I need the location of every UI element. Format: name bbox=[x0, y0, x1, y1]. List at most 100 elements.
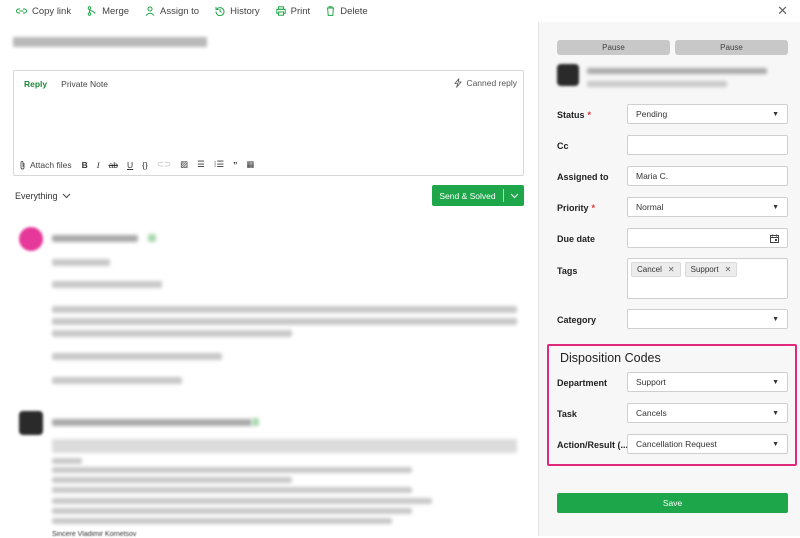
copy-link-label: Copy link bbox=[32, 5, 72, 17]
task-value: Cancels bbox=[636, 408, 667, 418]
editor-tabs: Reply Private Note bbox=[24, 79, 122, 89]
status-select[interactable]: Pending ▼ bbox=[627, 104, 788, 124]
filter-label: Everything bbox=[15, 191, 58, 201]
message-text-redacted bbox=[52, 330, 292, 337]
action-result-value: Cancellation Request bbox=[636, 439, 717, 449]
avatar bbox=[19, 411, 43, 435]
status-value: Pending bbox=[636, 109, 668, 119]
sender-name-redacted bbox=[52, 235, 138, 242]
save-button[interactable]: Save bbox=[557, 493, 788, 513]
trash-icon bbox=[327, 6, 335, 16]
task-label: Task bbox=[557, 409, 577, 419]
message-text-redacted bbox=[52, 508, 412, 514]
attach-files-label: Attach files bbox=[30, 159, 72, 170]
message-text-redacted bbox=[52, 318, 517, 325]
paperclip-icon bbox=[20, 160, 25, 169]
print-label: Print bbox=[290, 5, 311, 17]
strikethrough-icon[interactable]: ab bbox=[109, 160, 118, 170]
message-text-redacted bbox=[52, 487, 412, 493]
send-options-chevron-icon[interactable] bbox=[504, 191, 524, 201]
italic-icon[interactable]: I bbox=[97, 160, 100, 170]
code-icon[interactable]: {} bbox=[142, 160, 148, 170]
user-icon bbox=[145, 6, 155, 16]
message-text-redacted bbox=[52, 377, 182, 384]
calendar-icon[interactable] bbox=[770, 234, 779, 243]
link-insert-icon[interactable]: ⊂⊃ bbox=[157, 159, 171, 170]
activity-filter-dropdown[interactable]: Everything bbox=[15, 191, 71, 201]
department-select[interactable]: Support ▼ bbox=[627, 372, 788, 392]
message-text-redacted bbox=[52, 498, 432, 504]
message-badge-redacted bbox=[252, 418, 259, 426]
avatar bbox=[19, 227, 43, 251]
tab-reply[interactable]: Reply bbox=[24, 79, 47, 89]
print-button[interactable]: Print bbox=[275, 5, 311, 17]
ticket-subject-redacted bbox=[13, 37, 207, 47]
tags-input[interactable]: Cancel ✕ Support ✕ bbox=[627, 258, 788, 299]
send-solved-button: Send & Solved bbox=[432, 185, 524, 206]
message-text-redacted bbox=[52, 467, 412, 473]
category-select[interactable]: ▼ bbox=[627, 309, 788, 329]
pause-button[interactable]: Pause bbox=[675, 40, 788, 55]
conversation-panel: Reply Private Note Canned reply Attach f… bbox=[0, 22, 538, 538]
due-date-label: Due date bbox=[557, 234, 596, 244]
remove-tag-icon[interactable]: ✕ bbox=[725, 265, 732, 274]
bullet-list-icon[interactable]: ☰ bbox=[197, 159, 205, 170]
canned-reply-button[interactable]: Canned reply bbox=[454, 78, 517, 88]
status-label: Status * bbox=[557, 110, 592, 120]
numbered-list-icon[interactable]: ⁝☰ bbox=[214, 159, 224, 170]
reply-editor[interactable]: Reply Private Note Canned reply Attach f… bbox=[13, 70, 524, 176]
table-icon[interactable]: ▦ bbox=[246, 159, 254, 170]
assign-to-label: Assign to bbox=[160, 5, 200, 17]
dropdown-arrow-icon: ▼ bbox=[772, 203, 779, 211]
copy-link-button[interactable]: Copy link bbox=[16, 6, 71, 17]
cc-input[interactable] bbox=[627, 135, 788, 155]
quote-icon[interactable]: ” bbox=[233, 160, 237, 170]
assigned-to-input[interactable]: Maria C. bbox=[627, 166, 788, 186]
dropdown-arrow-icon: ▼ bbox=[772, 409, 779, 417]
department-label: Department bbox=[557, 378, 608, 388]
history-button[interactable]: History bbox=[215, 6, 260, 17]
delete-button[interactable]: Delete bbox=[326, 6, 368, 17]
message-text-redacted bbox=[52, 458, 82, 464]
disposition-codes-title: Disposition Codes bbox=[560, 351, 661, 365]
remove-tag-icon[interactable]: ✕ bbox=[668, 265, 675, 274]
assign-to-button[interactable]: Assign to bbox=[145, 6, 199, 17]
pause-button[interactable]: Pause bbox=[557, 40, 670, 55]
print-icon bbox=[275, 6, 286, 16]
message-text-redacted bbox=[52, 259, 110, 266]
chevron-down-icon bbox=[62, 193, 70, 199]
priority-label: Priority * bbox=[557, 203, 596, 213]
task-select[interactable]: Cancels ▼ bbox=[627, 403, 788, 423]
message-text-redacted bbox=[52, 281, 162, 288]
priority-value: Normal bbox=[636, 202, 664, 212]
tags-label: Tags bbox=[557, 266, 578, 276]
history-icon bbox=[215, 7, 225, 16]
underline-icon[interactable]: U bbox=[127, 160, 133, 170]
attach-files-button[interactable]: Attach files bbox=[19, 160, 72, 170]
message-text-redacted bbox=[52, 353, 222, 360]
dropdown-arrow-icon: ▼ bbox=[772, 110, 779, 118]
merge-button[interactable]: Merge bbox=[87, 6, 129, 17]
tag-chip: Support ✕ bbox=[684, 262, 738, 277]
dropdown-arrow-icon: ▼ bbox=[772, 315, 779, 323]
tab-private-note[interactable]: Private Note bbox=[61, 79, 108, 89]
merge-label: Merge bbox=[102, 5, 130, 17]
priority-select[interactable]: Normal ▼ bbox=[627, 197, 788, 217]
department-value: Support bbox=[636, 377, 666, 387]
ticket-properties-sidebar: Pause Pause Status * Pending ▼ Cc Assigne… bbox=[539, 22, 800, 536]
ticket-toolbar: Copy link Merge Assign to History Print … bbox=[0, 0, 800, 22]
history-label: History bbox=[230, 5, 260, 17]
dropdown-arrow-icon: ▼ bbox=[772, 440, 779, 448]
due-date-input[interactable] bbox=[627, 228, 788, 248]
bold-icon[interactable]: B bbox=[82, 160, 88, 170]
message-text-redacted bbox=[52, 518, 392, 524]
action-result-label: Action/Result (... bbox=[557, 440, 629, 450]
send-solved-label[interactable]: Send & Solved bbox=[432, 191, 503, 201]
action-result-select[interactable]: Cancellation Request ▼ bbox=[627, 434, 788, 454]
image-icon[interactable]: ▨ bbox=[180, 159, 188, 170]
lightning-icon bbox=[454, 78, 463, 88]
close-icon[interactable]: ✕ bbox=[777, 3, 788, 19]
link-icon bbox=[16, 8, 27, 14]
formatting-toolbar: Attach files B I ab U {} ⊂⊃ ▨ ☰ ⁝☰ ” ▦ bbox=[19, 159, 263, 170]
requester-email-redacted bbox=[587, 81, 727, 87]
